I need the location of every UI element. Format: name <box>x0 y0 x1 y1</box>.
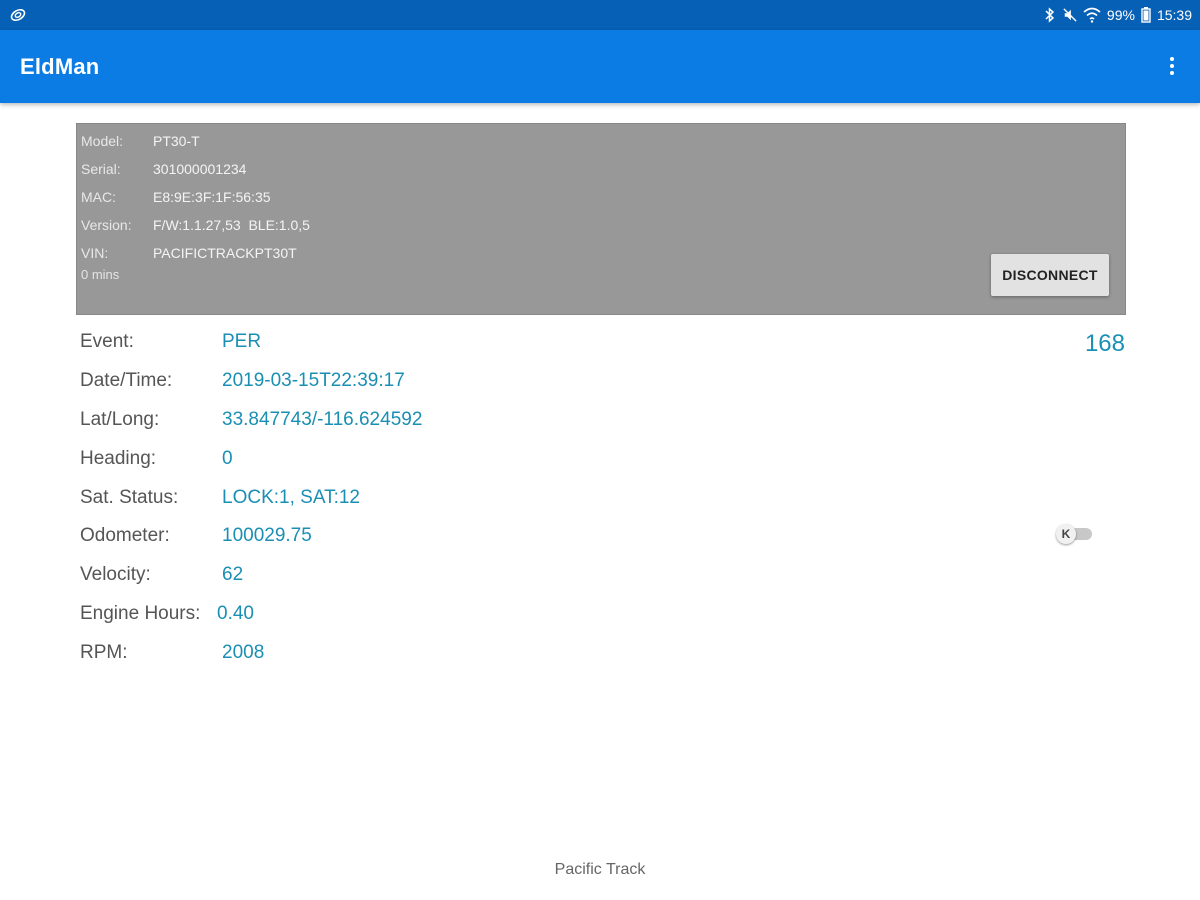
battery-percent: 99% <box>1106 7 1135 23</box>
data-row-odometer: Odometer: 100029.75 <box>80 517 780 556</box>
device-value: E8:9E:3F:1F:56:35 <box>153 189 271 205</box>
device-label: Model: <box>81 133 124 149</box>
device-label: VIN: <box>81 245 109 261</box>
device-value: PACIFICTRACKPT30T <box>153 245 297 261</box>
unit-toggle[interactable]: K <box>1056 524 1092 544</box>
data-row-latlong: Lat/Long: 33.847743/-116.624592 <box>80 401 780 440</box>
device-value: 301000001234 <box>153 161 247 177</box>
device-row-serial: Serial: 301000001234 <box>81 159 246 179</box>
data-label: Sat. Status: <box>80 486 179 508</box>
data-value: 0.40 <box>217 602 254 624</box>
telemetry-list: Event: PER Date/Time: 2019-03-15T22:39:1… <box>80 323 780 672</box>
wifi-icon <box>1083 6 1101 24</box>
device-label: MAC: <box>81 189 116 205</box>
disconnect-button[interactable]: DISCONNECT <box>991 254 1109 296</box>
bluetooth-icon <box>1043 6 1057 24</box>
device-row-mac: MAC: E8:9E:3F:1F:56:35 <box>81 187 271 207</box>
toggle-thumb: K <box>1056 524 1076 544</box>
device-value: PT30-T <box>153 133 200 149</box>
data-label: Lat/Long: <box>80 408 160 430</box>
mute-icon <box>1063 6 1077 24</box>
status-icons: 99% 15:39 <box>1043 5 1192 25</box>
data-value: 62 <box>222 564 244 586</box>
data-value: 33.847743/-116.624592 <box>222 408 423 430</box>
clock: 15:39 <box>1156 7 1192 23</box>
data-row-rpm: RPM: 2008 <box>80 633 780 672</box>
link-icon <box>8 5 28 25</box>
data-row-engine-hours: Engine Hours: 0.40 <box>80 595 780 634</box>
connection-duration: 0 mins <box>81 267 120 282</box>
battery-icon <box>1141 6 1151 24</box>
device-row-model: Model: PT30-T <box>81 131 200 151</box>
data-value: LOCK:1, SAT:12 <box>222 486 360 508</box>
app-bar: EldMan <box>0 30 1200 103</box>
overflow-menu-icon[interactable] <box>1166 52 1178 80</box>
device-info-panel: Model: PT30-T Serial: 301000001234 MAC: … <box>76 123 1126 315</box>
app-title: EldMan <box>20 54 100 79</box>
data-value: 0 <box>222 447 233 469</box>
data-value: 2008 <box>222 641 265 663</box>
event-counter: 168 <box>1084 330 1125 357</box>
device-row-vin: VIN: PACIFICTRACKPT30T <box>81 243 297 263</box>
device-value: F/W:1.1.27,53 BLE:1.0,5 <box>153 217 310 233</box>
data-label: Heading: <box>80 447 157 469</box>
data-value: PER <box>222 331 262 353</box>
data-label: RPM: <box>80 641 128 663</box>
data-value: 100029.75 <box>222 525 312 547</box>
status-bar: 99% 15:39 <box>0 0 1200 30</box>
device-row-version: Version: F/W:1.1.27,53 BLE:1.0,5 <box>81 215 310 235</box>
footer-brand: Pacific Track <box>554 861 646 878</box>
data-label: Odometer: <box>80 525 170 547</box>
data-row-velocity: Velocity: 62 <box>80 556 780 595</box>
device-label: Serial: <box>81 161 121 177</box>
data-label: Velocity: <box>80 564 151 586</box>
data-row-event: Event: PER <box>80 323 780 362</box>
data-label: Engine Hours: <box>80 602 201 624</box>
data-row-sat-status: Sat. Status: LOCK:1, SAT:12 <box>80 478 780 517</box>
data-value: 2019-03-15T22:39:17 <box>222 370 405 392</box>
data-label: Date/Time: <box>80 370 173 392</box>
data-label: Event: <box>80 331 134 353</box>
data-row-heading: Heading: 0 <box>80 439 780 478</box>
device-label: Version: <box>81 217 132 233</box>
data-row-datetime: Date/Time: 2019-03-15T22:39:17 <box>80 362 780 401</box>
